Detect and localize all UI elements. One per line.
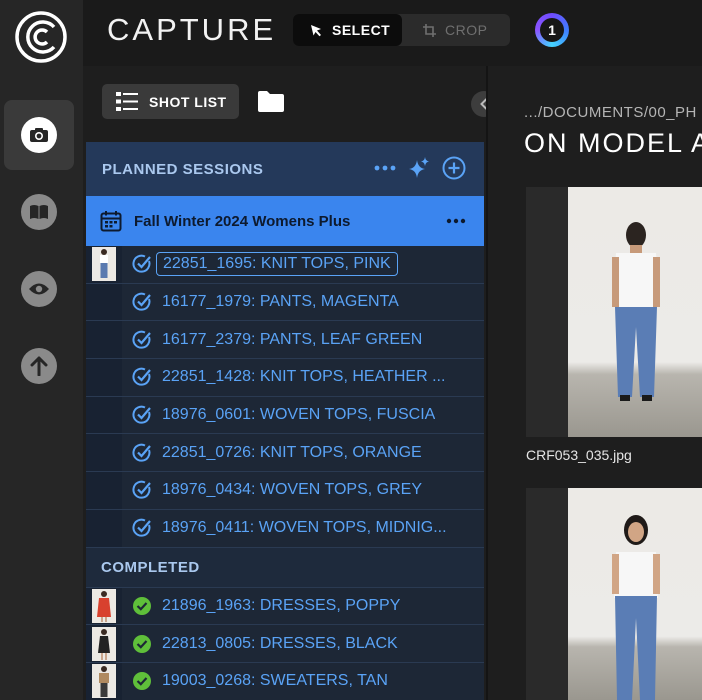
capture-logo-icon [15, 11, 67, 63]
list-item[interactable]: 22851_1695: KNIT TOPS, PINK [86, 246, 484, 284]
shot-label: 18976_0434: WOVEN TOPS, GREY [162, 481, 422, 499]
crop-icon [423, 23, 436, 37]
list-item[interactable]: 22851_1428: KNIT TOPS, HEATHER ... [86, 359, 484, 397]
planned-sessions-title: PLANNED SESSIONS [102, 161, 264, 178]
shot-label: 18976_0601: WOVEN TOPS, FUSCIA [162, 406, 436, 424]
photo-thumbnail[interactable] [526, 488, 702, 700]
rail-camera-button[interactable] [4, 100, 74, 170]
thumbnail [92, 626, 116, 661]
folder-icon[interactable] [258, 90, 284, 112]
sessions-panel: PLANNED SESSIONS Fall Winter 2024 Womens… [86, 142, 484, 700]
list-item[interactable]: 18976_0434: WOVEN TOPS, GREY [86, 472, 484, 510]
list-item[interactable]: 18976_0411: WOVEN TOPS, MIDNIG... [86, 509, 484, 548]
photo-thumbnail[interactable] [526, 187, 702, 437]
crop-mode-label: CROP [445, 22, 488, 38]
check-circle-icon[interactable] [132, 292, 152, 312]
model-photo [612, 515, 660, 700]
thumbnail [92, 664, 116, 699]
add-circle-icon[interactable] [442, 156, 466, 180]
check-circle-icon[interactable] [132, 367, 152, 387]
shot-label: 16177_2379: PANTS, LEAF GREEN [162, 330, 423, 348]
thumbnail [92, 588, 116, 623]
model-photo [612, 222, 660, 401]
left-rail [0, 0, 83, 700]
photo-caption: CRF053_035.jpg [526, 447, 632, 463]
account-badge[interactable]: 1 [535, 13, 569, 47]
shot-list-button[interactable]: SHOT LIST [102, 84, 239, 119]
shot-label: 18976_0411: WOVEN TOPS, MIDNIG... [162, 519, 447, 537]
list-item[interactable]: 22851_0726: KNIT TOPS, ORANGE [86, 434, 484, 473]
completed-check-icon[interactable] [132, 634, 152, 654]
shot-label: 22851_0726: KNIT TOPS, ORANGE [162, 443, 422, 461]
shot-label: 22851_1695: KNIT TOPS, PINK [156, 252, 398, 277]
sparkle-icon[interactable] [408, 157, 430, 179]
shot-label: 22851_1428: KNIT TOPS, HEATHER ... [162, 368, 446, 386]
session-title: Fall Winter 2024 Womens Plus [134, 213, 351, 230]
calendar-icon [100, 211, 122, 232]
top-bar: CAPTURE SELECT CROP 1 [83, 0, 702, 66]
rail-eye-button[interactable] [4, 254, 74, 324]
eye-icon [29, 283, 49, 295]
completed-header: COMPLETED [86, 547, 484, 588]
session-row[interactable]: Fall Winter 2024 Womens Plus [86, 196, 484, 246]
rail-book-button[interactable] [4, 177, 74, 247]
list-item[interactable]: 22813_0805: DRESSES, BLACK [86, 625, 484, 663]
list-item[interactable]: 21896_1963: DRESSES, POPPY [86, 587, 484, 626]
crop-mode-button[interactable]: CROP [407, 14, 510, 46]
check-circle-icon[interactable] [132, 330, 152, 350]
book-icon [30, 205, 48, 219]
upload-icon [30, 356, 48, 376]
app-title: CAPTURE [107, 12, 277, 47]
list-item[interactable]: 16177_1979: PANTS, MAGENTA [86, 283, 484, 322]
check-circle-icon[interactable] [132, 254, 152, 274]
shot-list-label: SHOT LIST [149, 93, 227, 110]
mode-toggle: SELECT CROP [293, 14, 510, 46]
shot-label: 22813_0805: DRESSES, BLACK [162, 634, 398, 652]
list-item[interactable]: 19003_0268: SWEATERS, TAN [86, 662, 484, 700]
list-item[interactable]: 18976_0601: WOVEN TOPS, FUSCIA [86, 396, 484, 435]
shot-label: 21896_1963: DRESSES, POPPY [162, 596, 401, 614]
shot-label: 16177_1979: PANTS, MAGENTA [162, 293, 399, 311]
session-more-icon[interactable] [446, 218, 466, 224]
check-circle-icon[interactable] [132, 480, 152, 500]
more-horizontal-icon[interactable] [374, 165, 396, 171]
shot-label: 19003_0268: SWEATERS, TAN [162, 672, 388, 690]
check-circle-icon[interactable] [132, 405, 152, 425]
account-badge-label: 1 [540, 18, 564, 42]
completed-check-icon[interactable] [132, 671, 152, 691]
shot-rows: 22851_1695: KNIT TOPS, PINK 16177_1979: … [86, 246, 484, 700]
list-icon [116, 92, 138, 111]
completed-check-icon[interactable] [132, 596, 152, 616]
thumbnail [92, 247, 116, 282]
select-mode-button[interactable]: SELECT [293, 14, 402, 46]
planned-sessions-header: PLANNED SESSIONS [86, 142, 484, 196]
select-mode-label: SELECT [332, 22, 391, 38]
main-content: .../DOCUMENTS/00_PH ON MODEL A CRF053_03… [488, 66, 702, 700]
rail-upload-button[interactable] [4, 331, 74, 401]
page-title: ON MODEL A [524, 128, 702, 158]
check-circle-icon[interactable] [132, 518, 152, 538]
camera-icon [30, 128, 48, 142]
cursor-arrow-icon [311, 24, 321, 36]
check-circle-icon[interactable] [132, 443, 152, 463]
breadcrumb[interactable]: .../DOCUMENTS/00_PH [524, 104, 697, 121]
shot-list-toolbar: SHOT LIST [83, 66, 486, 142]
list-item[interactable]: 16177_2379: PANTS, LEAF GREEN [86, 321, 484, 360]
